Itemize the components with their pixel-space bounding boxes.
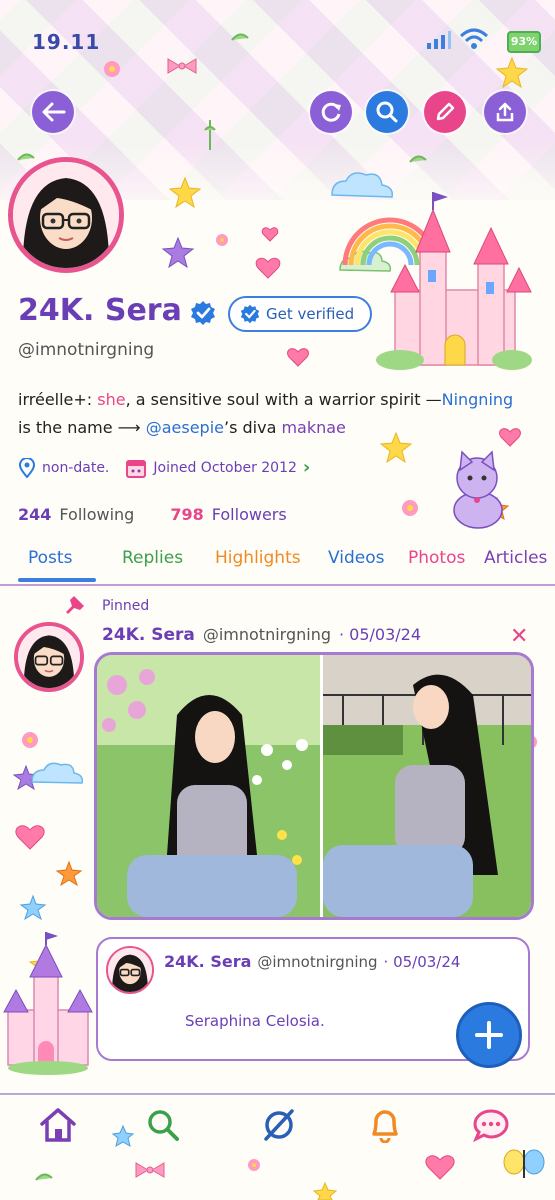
tab-replies[interactable]: Replies — [122, 548, 183, 568]
nav-search[interactable] — [142, 1104, 184, 1146]
search-icon — [376, 101, 398, 123]
cellular-signal-icon — [427, 31, 451, 49]
quoted-post-text: Seraphina Celosia. — [185, 1012, 325, 1030]
profile-handle: @imnotnirgning — [18, 340, 155, 360]
post-photo-2[interactable] — [323, 655, 534, 917]
share-icon — [496, 102, 514, 122]
profile-location: non-date. — [42, 459, 110, 476]
back-arrow-icon — [42, 102, 66, 122]
nav-messages[interactable] — [470, 1104, 512, 1146]
get-verified-label: Get verified — [266, 305, 355, 323]
pin-icon — [66, 596, 84, 614]
wifi-icon — [459, 28, 489, 49]
home-icon — [40, 1108, 76, 1142]
post-avatar[interactable] — [14, 622, 84, 692]
search-button[interactable] — [366, 91, 408, 133]
battery-indicator: 93% — [507, 31, 541, 53]
profile-avatar[interactable] — [8, 157, 124, 273]
bio-name: Ningning — [441, 390, 514, 409]
following-count[interactable]: 244 — [18, 505, 51, 524]
compose-post-button[interactable] — [456, 1002, 522, 1068]
refresh-button[interactable] — [310, 91, 352, 133]
edit-profile-button[interactable] — [424, 91, 466, 133]
tab-highlights[interactable]: Highlights — [215, 548, 301, 568]
tab-articles[interactable]: Articles — [484, 548, 547, 568]
post-photo-1[interactable] — [97, 655, 320, 917]
share-button[interactable] — [484, 91, 526, 133]
plus-icon — [475, 1021, 503, 1049]
status-time: 19.11 — [32, 30, 101, 54]
post-media-grid — [94, 652, 534, 920]
search-icon — [148, 1110, 179, 1141]
refresh-icon — [321, 102, 341, 122]
close-icon[interactable]: ✕ — [510, 624, 528, 649]
profile-joined-date: Joined October 2012 — [153, 459, 297, 476]
quoted-post-handle: @imnotnirgning — [257, 953, 378, 971]
post-date: · 05/03/24 — [339, 625, 422, 644]
tab-photos[interactable]: Photos — [408, 548, 465, 568]
post-header: 24K. Sera @imnotnirgning · 05/03/24 — [102, 625, 421, 645]
nav-home[interactable] — [37, 1104, 79, 1146]
bottom-nav-divider — [0, 1093, 555, 1095]
bell-icon — [372, 1110, 398, 1143]
quoted-post-header: 24K. Sera @imnotnirgning · 05/03/24 — [164, 952, 460, 971]
edit-icon — [436, 102, 455, 121]
post-author[interactable]: 24K. Sera — [102, 625, 195, 645]
calendar-icon — [126, 459, 147, 478]
get-verified-button[interactable]: Get verified — [228, 296, 372, 332]
pinned-label: Pinned — [102, 598, 150, 614]
verified-badge-icon — [240, 304, 260, 324]
quoted-post-author: 24K. Sera — [164, 952, 252, 971]
location-pin-icon — [18, 457, 36, 478]
quoted-post-avatar — [106, 946, 154, 994]
followers-label[interactable]: Followers — [212, 505, 287, 524]
bio-mention-link[interactable]: @aesepie — [146, 418, 224, 437]
profile-meta: non-date. Joined October 2012 › — [18, 457, 310, 478]
back-button[interactable] — [32, 91, 74, 133]
nav-grok[interactable] — [258, 1104, 300, 1146]
quoted-post-date: · 05/03/24 — [383, 953, 461, 971]
bio-pronoun: she — [97, 390, 126, 409]
grok-icon — [264, 1109, 294, 1141]
messages-icon — [473, 1109, 509, 1142]
tab-posts[interactable]: Posts — [28, 548, 72, 568]
tab-videos[interactable]: Videos — [328, 548, 385, 568]
profile-stats: 244 Following 798 Followers — [18, 505, 287, 524]
profile-bio: irréelle+: she, a sensitive soul with a … — [18, 390, 514, 437]
followers-count[interactable]: 798 — [170, 505, 203, 524]
profile-tabs: Posts Replies Highlights Videos Photos A… — [0, 548, 555, 582]
nav-notifications[interactable] — [364, 1104, 406, 1146]
verified-badge-icon — [191, 301, 215, 325]
post-handle[interactable]: @imnotnirgning — [203, 625, 331, 644]
tabs-divider — [0, 584, 555, 586]
active-tab-indicator — [18, 578, 96, 582]
following-label[interactable]: Following — [59, 505, 134, 524]
chevron-right-icon[interactable]: › — [303, 457, 310, 478]
profile-name: 24K. Sera — [18, 293, 182, 328]
